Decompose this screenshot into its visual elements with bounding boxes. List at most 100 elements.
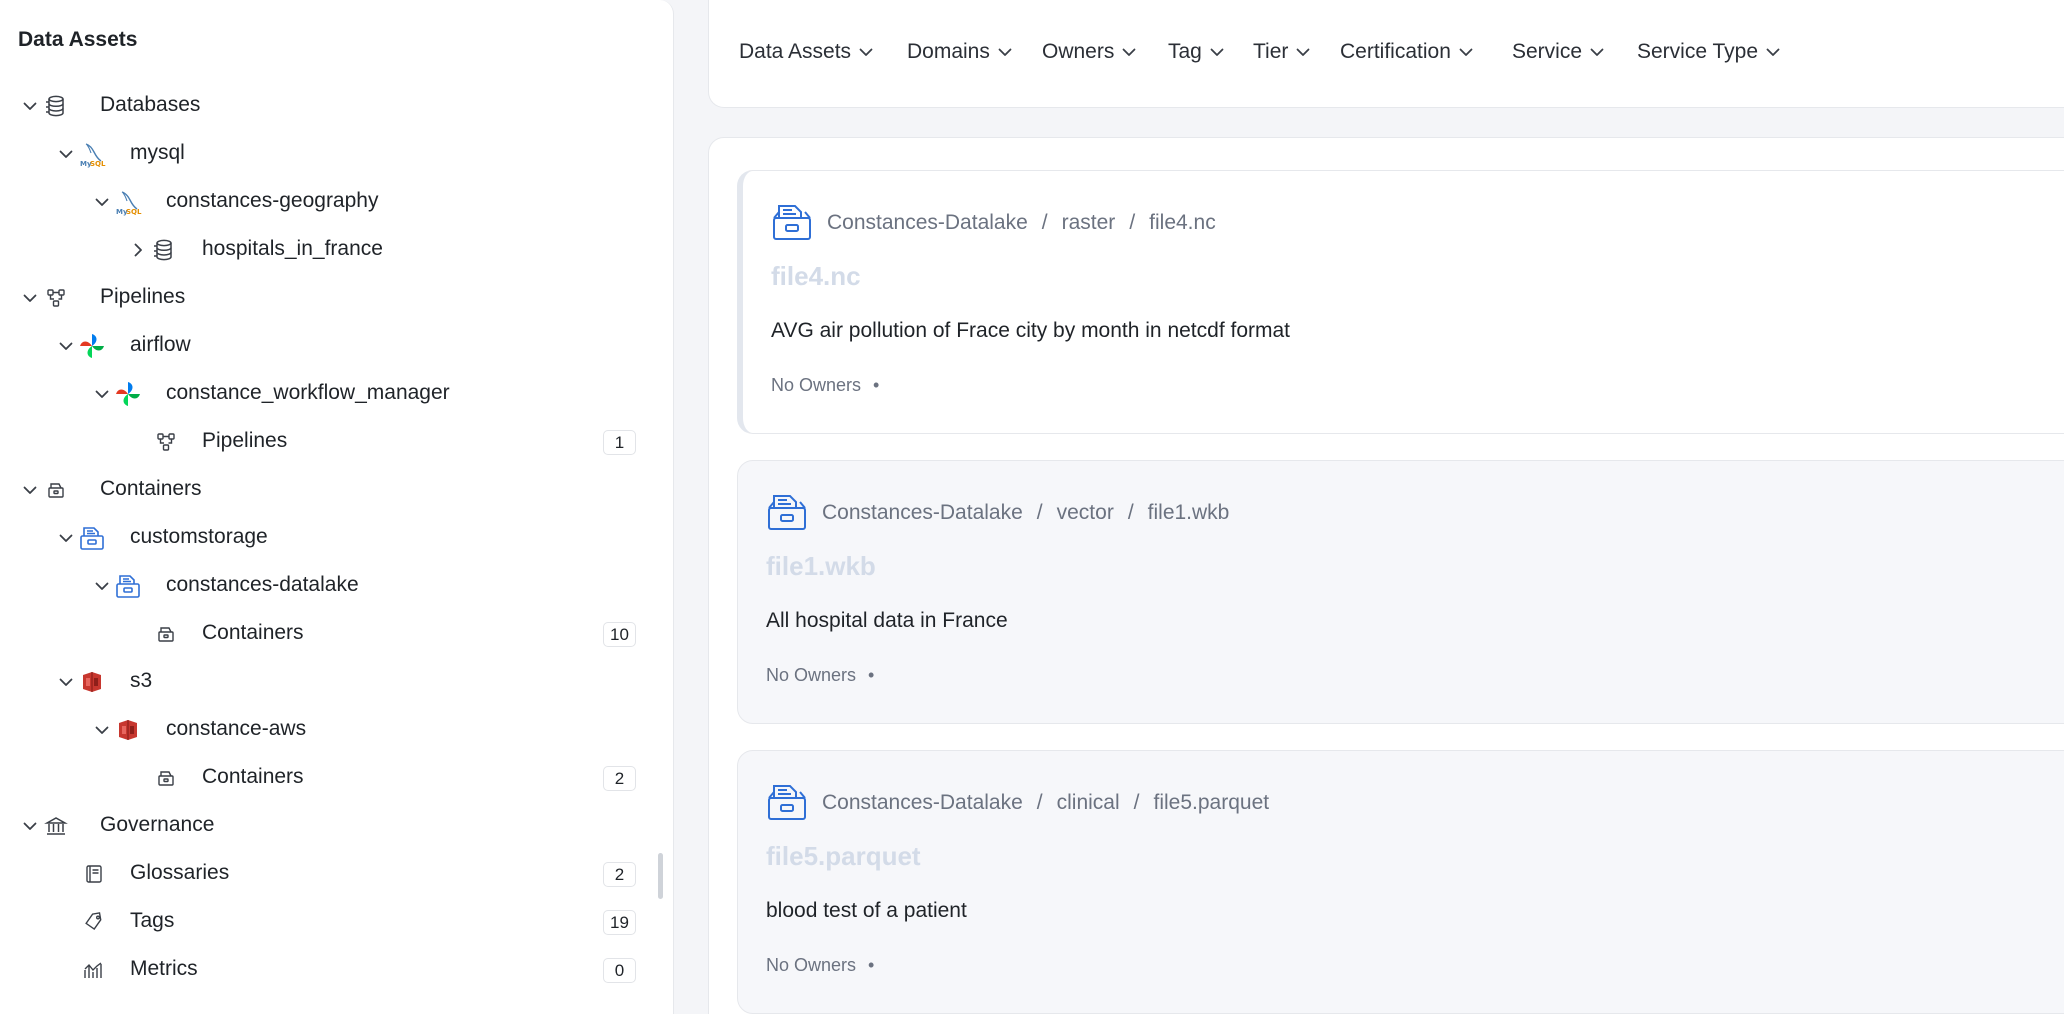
filter-label: Data Assets xyxy=(739,40,852,63)
sidebar-item-glossaries[interactable]: Glossaries 2 xyxy=(0,854,650,894)
breadcrumb-separator: / xyxy=(1036,501,1043,524)
sidebar-item-label: hospitals_in_france xyxy=(202,237,383,260)
sidebar-item-metrics[interactable]: Metrics 0 xyxy=(0,950,650,990)
chevron-down-icon[interactable] xyxy=(90,382,114,406)
filter-label: Certification xyxy=(1340,40,1451,63)
sidebar-item-airflow[interactable]: airflow xyxy=(0,326,650,366)
sidebar-scrollbar[interactable] xyxy=(658,853,663,899)
asset-name-link[interactable]: file5.parquet xyxy=(766,841,921,872)
container-file-icon xyxy=(771,201,813,243)
data-assets-sidebar: Data Assets Databases My SQL mysql My SQL cons… xyxy=(0,0,674,1014)
sidebar-item-containers[interactable]: Containers 10 xyxy=(0,614,650,654)
chevron-down-icon[interactable] xyxy=(54,670,78,694)
sidebar-item-label: Containers xyxy=(202,621,304,644)
filter-owners[interactable]: Owners xyxy=(1042,40,1138,64)
chevron-down-icon xyxy=(1208,43,1226,61)
result-card[interactable]: Constances-Datalake / vector / file1.wkb file… xyxy=(737,460,2064,724)
asset-description: blood test of a patient xyxy=(766,899,967,922)
search-results-panel: Constances-Datalake / raster / file4.nc file4… xyxy=(708,137,2064,1014)
filter-label: Service Type xyxy=(1637,40,1759,63)
sidebar-item-constances-geography[interactable]: My SQL constances-geography xyxy=(0,182,650,222)
svg-text:SQL: SQL xyxy=(126,208,142,216)
chevron-down-icon[interactable] xyxy=(90,718,114,742)
chevron-down-icon[interactable] xyxy=(54,142,78,166)
owners-label: No Owners xyxy=(771,375,862,395)
chevron-down-icon[interactable] xyxy=(90,574,114,598)
count-badge: 19 xyxy=(603,910,636,935)
breadcrumb-link[interactable]: clinical xyxy=(1057,791,1120,815)
result-card[interactable]: Constances-Datalake / raster / file4.nc file4… xyxy=(737,170,2064,434)
sidebar-item-containers[interactable]: Containers 2 xyxy=(0,758,650,798)
chevron-right-icon[interactable] xyxy=(126,238,150,262)
sidebar-item-databases[interactable]: Databases xyxy=(0,86,650,126)
filter-service-type[interactable]: Service Type xyxy=(1637,40,1782,64)
sidebar-item-constances-datalake[interactable]: constances-datalake xyxy=(0,566,650,606)
chevron-down-icon[interactable] xyxy=(18,94,42,118)
container-file-icon xyxy=(766,491,808,533)
breadcrumb: Constances-Datalake / clinical / file5.parqu… xyxy=(822,791,1269,815)
sidebar-item-governance[interactable]: Governance xyxy=(0,806,650,846)
breadcrumb: Constances-Datalake / raster / file4.nc xyxy=(827,211,1216,235)
filter-domains[interactable]: Domains xyxy=(907,40,1014,64)
count-badge: 1 xyxy=(603,430,636,455)
asset-description: AVG air pollution of Frace city by month… xyxy=(771,319,1291,342)
sidebar-item-constance-workflow-manager[interactable]: constance_workflow_manager xyxy=(0,374,650,414)
owner-separator-dot: • xyxy=(873,375,880,395)
breadcrumb-separator: / xyxy=(1036,791,1043,814)
filter-certification[interactable]: Certification xyxy=(1340,40,1475,64)
container-icon xyxy=(42,476,70,504)
sidebar-item-label: Containers xyxy=(100,477,202,500)
filter-label: Tag xyxy=(1168,40,1202,63)
pipeline-icon xyxy=(152,428,180,456)
airflow-icon xyxy=(114,380,142,408)
breadcrumb-link[interactable]: vector xyxy=(1057,501,1114,525)
database-icon xyxy=(42,92,70,120)
storage-icon xyxy=(78,524,106,552)
chevron-down-icon[interactable] xyxy=(54,334,78,358)
filter-tag[interactable]: Tag xyxy=(1168,40,1226,64)
container-file-icon xyxy=(766,781,808,823)
asset-name-link[interactable]: file1.wkb xyxy=(766,551,876,582)
chevron-down-icon[interactable] xyxy=(18,478,42,502)
s3-icon xyxy=(114,716,142,744)
sidebar-item-label: Databases xyxy=(100,93,201,116)
sidebar-item-constance-aws[interactable]: constance-aws xyxy=(0,710,650,750)
chevron-down-icon xyxy=(1588,43,1606,61)
asset-name-link[interactable]: file4.nc xyxy=(771,261,861,292)
chevron-down-icon xyxy=(1294,43,1312,61)
sidebar-item-mysql[interactable]: My SQL mysql xyxy=(0,134,650,174)
sidebar-item-label: Pipelines xyxy=(202,429,288,452)
breadcrumb-link[interactable]: Constances-Datalake xyxy=(827,211,1028,235)
breadcrumb-link[interactable]: file1.wkb xyxy=(1148,501,1230,525)
breadcrumb-link[interactable]: file4.nc xyxy=(1149,211,1216,235)
sidebar-item-tags[interactable]: Tags 19 xyxy=(0,902,650,942)
mysql-icon: My SQL xyxy=(78,140,106,168)
chevron-down-icon[interactable] xyxy=(54,526,78,550)
filter-data-assets[interactable]: Data Assets xyxy=(739,40,875,64)
owners-info: No Owners • xyxy=(771,375,879,396)
chevron-down-icon[interactable] xyxy=(18,286,42,310)
breadcrumb-link[interactable]: Constances-Datalake xyxy=(822,791,1023,815)
filter-tier[interactable]: Tier xyxy=(1253,40,1312,64)
svg-text:SQL: SQL xyxy=(90,160,106,168)
breadcrumb-link[interactable]: raster xyxy=(1062,211,1116,235)
sidebar-item-label: Containers xyxy=(202,765,304,788)
sidebar-item-customstorage[interactable]: customstorage xyxy=(0,518,650,558)
filter-service[interactable]: Service xyxy=(1512,40,1606,64)
breadcrumb-link[interactable]: file5.parquet xyxy=(1154,791,1270,815)
chevron-down-icon[interactable] xyxy=(90,190,114,214)
breadcrumb-separator: / xyxy=(1129,211,1136,234)
breadcrumb-link[interactable]: Constances-Datalake xyxy=(822,501,1023,525)
tag-icon xyxy=(80,908,108,936)
sidebar-item-pipelines[interactable]: Pipelines 1 xyxy=(0,422,650,462)
sidebar-item-label: s3 xyxy=(130,669,153,692)
sidebar-item-hospitals-in-france[interactable]: hospitals_in_france xyxy=(0,230,650,270)
storage-icon xyxy=(114,572,142,600)
sidebar-item-s3[interactable]: s3 xyxy=(0,662,650,702)
sidebar-item-containers[interactable]: Containers xyxy=(0,470,650,510)
sidebar-item-label: constances-geography xyxy=(166,189,379,212)
breadcrumb-separator: / xyxy=(1133,791,1140,814)
chevron-down-icon[interactable] xyxy=(18,814,42,838)
result-card[interactable]: Constances-Datalake / clinical / file5.parqu… xyxy=(737,750,2064,1014)
sidebar-item-pipelines[interactable]: Pipelines xyxy=(0,278,650,318)
